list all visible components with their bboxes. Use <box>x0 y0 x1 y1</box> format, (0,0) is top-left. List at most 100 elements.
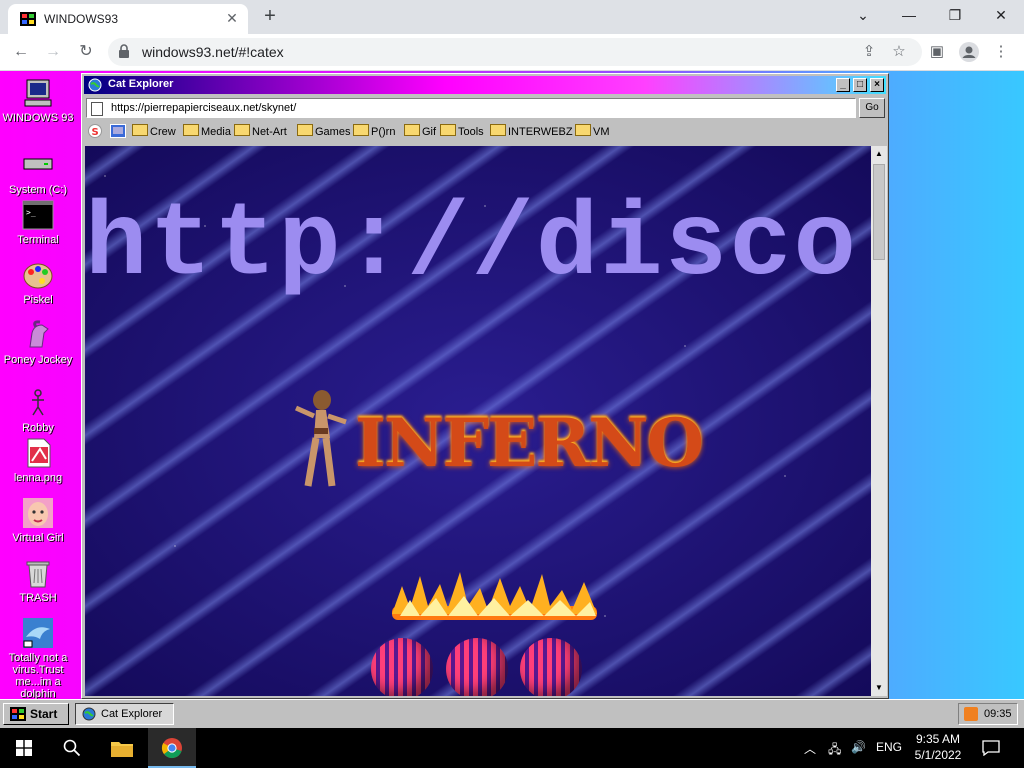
restore-icon[interactable]: ❐ <box>932 0 978 30</box>
scroll-up-arrow-icon[interactable]: ▲ <box>871 146 887 162</box>
folder-icon <box>404 124 420 136</box>
side-panel-icon[interactable]: ▣ <box>926 41 948 63</box>
minimize-icon[interactable]: — <box>886 0 932 30</box>
trash-icon <box>22 557 54 589</box>
bookmark-games[interactable]: Games <box>297 124 350 140</box>
windows-taskbar: ︿ 🖧 🔊 ENG 9:35 AM 5/1/2022 <box>0 728 1024 768</box>
file-explorer-icon[interactable] <box>98 728 146 768</box>
system-clock[interactable]: 9:35 AM 5/1/2022 <box>910 731 966 763</box>
browser-tab-strip: WINDOWS93 ✕ + ⌄ — ❐ ✕ <box>0 0 1024 34</box>
web-page-viewport[interactable]: http://disco INFERNO <box>85 146 871 696</box>
folder-icon <box>575 124 591 136</box>
chrome-taskbar-icon[interactable] <box>148 728 196 768</box>
dancer-figure-image <box>294 390 347 487</box>
search-icon[interactable] <box>48 728 96 768</box>
striped-ball-image <box>446 638 508 696</box>
new-tab-button[interactable]: + <box>258 4 282 28</box>
url-text: https://pierrepapierciseaux.net/skynet/ <box>111 102 297 114</box>
show-hidden-icons-icon[interactable]: ︿ <box>804 740 816 757</box>
desktop-shortcut-icon[interactable] <box>110 124 126 140</box>
cat-explorer-window: Cat Explorer _ □ × https://pierrepapierc… <box>81 73 889 699</box>
rss-icon[interactable] <box>964 707 978 721</box>
image-file-icon <box>22 437 54 469</box>
desktop-icon-dolphin[interactable]: Totally not a virus.Trust me...im a dolp… <box>2 617 74 699</box>
windows93-logo-icon <box>10 707 26 721</box>
bookmark-vm[interactable]: VM <box>575 124 610 140</box>
scroll-thumb[interactable] <box>873 164 885 260</box>
face-icon <box>22 497 54 529</box>
pony-icon <box>22 319 54 351</box>
reload-icon[interactable]: ↻ <box>75 41 97 63</box>
desktop-icon-piskel[interactable]: Piskel <box>2 259 74 306</box>
vertical-scrollbar[interactable]: ▲ ▼ <box>871 146 887 696</box>
chevron-down-icon[interactable]: ⌄ <box>840 0 886 30</box>
fire-bar-image <box>392 572 597 620</box>
bookmark-tools[interactable]: Tools <box>440 124 484 140</box>
folder-icon <box>297 124 313 136</box>
drive-icon <box>22 149 54 181</box>
browser-tab-title: WINDOWS93 <box>44 12 119 26</box>
terminal-icon: >_ <box>22 199 54 231</box>
page-icon <box>91 102 103 116</box>
close-tab-icon[interactable]: ✕ <box>224 10 240 27</box>
folder-icon <box>183 124 199 136</box>
desktop-icon-terminal[interactable]: >_ Terminal <box>2 199 74 246</box>
scroll-down-arrow-icon[interactable]: ▼ <box>871 680 887 696</box>
desktop-icon-trash[interactable]: TRASH <box>2 557 74 604</box>
win93-tray: 09:35 <box>958 703 1018 725</box>
address-text: windows93.net/#!catex <box>142 44 284 60</box>
svg-text:S: S <box>92 127 99 138</box>
window-title: Cat Explorer <box>108 78 174 90</box>
striped-ball-image <box>371 638 433 696</box>
stickman-icon <box>22 387 54 419</box>
desktop-icon-windows93[interactable]: WINDOWS 93 <box>2 77 74 124</box>
browser-tab[interactable]: WINDOWS93 ✕ <box>8 4 248 34</box>
search-engine-icon[interactable]: S <box>88 124 102 140</box>
desktop-icon-poney-jockey[interactable]: Poney Jockey <box>2 319 74 366</box>
svg-text:>_: >_ <box>26 208 36 217</box>
address-bar[interactable]: windows93.net/#!catex <box>108 38 922 66</box>
network-icon[interactable]: 🖧 <box>828 740 841 761</box>
windows93-favicon-icon <box>20 12 36 26</box>
desktop-icon-system-c[interactable]: System (C:) <box>2 149 74 196</box>
share-icon[interactable]: ⇪ <box>858 41 880 63</box>
notifications-icon[interactable] <box>968 728 1014 768</box>
inferno-logo-text[interactable]: INFERNO <box>355 404 704 482</box>
win93-taskbar: Start Cat Explorer 09:35 <box>0 699 1024 728</box>
win93-desktop: WINDOWS 93 System (C:) >_ Terminal Piske… <box>0 71 1024 699</box>
windows-start-icon[interactable] <box>0 728 48 768</box>
computer-icon <box>22 77 54 109</box>
language-indicator[interactable]: ENG <box>876 740 902 754</box>
bookmark-porn[interactable]: P()rn <box>353 124 395 140</box>
forward-arrow-icon[interactable]: → <box>42 41 64 63</box>
maximize-icon[interactable]: □ <box>853 78 867 92</box>
desktop-icon-robby[interactable]: Robby <box>2 387 74 434</box>
folder-icon <box>440 124 456 136</box>
menu-kebab-icon[interactable]: ⋮ <box>990 41 1012 63</box>
profile-avatar-icon[interactable] <box>958 41 980 63</box>
bookmark-gif[interactable]: Gif <box>404 124 436 140</box>
bookmark-net-art[interactable]: Net-Art <box>234 124 287 140</box>
marquee-text[interactable]: http://disco <box>85 194 858 298</box>
desktop-icon-lenna[interactable]: lenna.png <box>2 437 74 484</box>
start-button[interactable]: Start <box>3 703 69 725</box>
back-arrow-icon[interactable]: ← <box>10 41 32 63</box>
close-icon[interactable]: × <box>870 78 884 92</box>
desktop-icon-virtual-girl[interactable]: Virtual Girl <box>2 497 74 544</box>
cat-explorer-url-field[interactable]: https://pierrepapierciseaux.net/skynet/ <box>86 98 856 118</box>
striped-ball-image <box>520 638 582 696</box>
go-button[interactable]: Go <box>859 98 885 118</box>
minimize-icon[interactable]: _ <box>836 78 850 92</box>
globe-icon <box>88 78 102 92</box>
folder-icon <box>490 124 506 136</box>
bookmark-crew[interactable]: Crew <box>132 124 176 140</box>
bookmark-star-icon[interactable]: ☆ <box>888 41 910 63</box>
close-icon[interactable]: ✕ <box>978 0 1024 30</box>
browser-toolbar: ← → ↻ windows93.net/#!catex ⇪ ☆ ▣ ⋮ <box>0 34 1024 71</box>
volume-icon[interactable]: 🔊 <box>851 740 866 754</box>
taskbar-cat-explorer[interactable]: Cat Explorer <box>75 703 174 725</box>
bookmarks-bar: S Crew Media Net-Art Games P()rn Gif Too… <box>86 122 886 142</box>
window-titlebar[interactable]: Cat Explorer _ □ × <box>84 76 886 94</box>
bookmark-media[interactable]: Media <box>183 124 231 140</box>
bookmark-interwebz[interactable]: INTERWEBZ <box>490 124 573 140</box>
